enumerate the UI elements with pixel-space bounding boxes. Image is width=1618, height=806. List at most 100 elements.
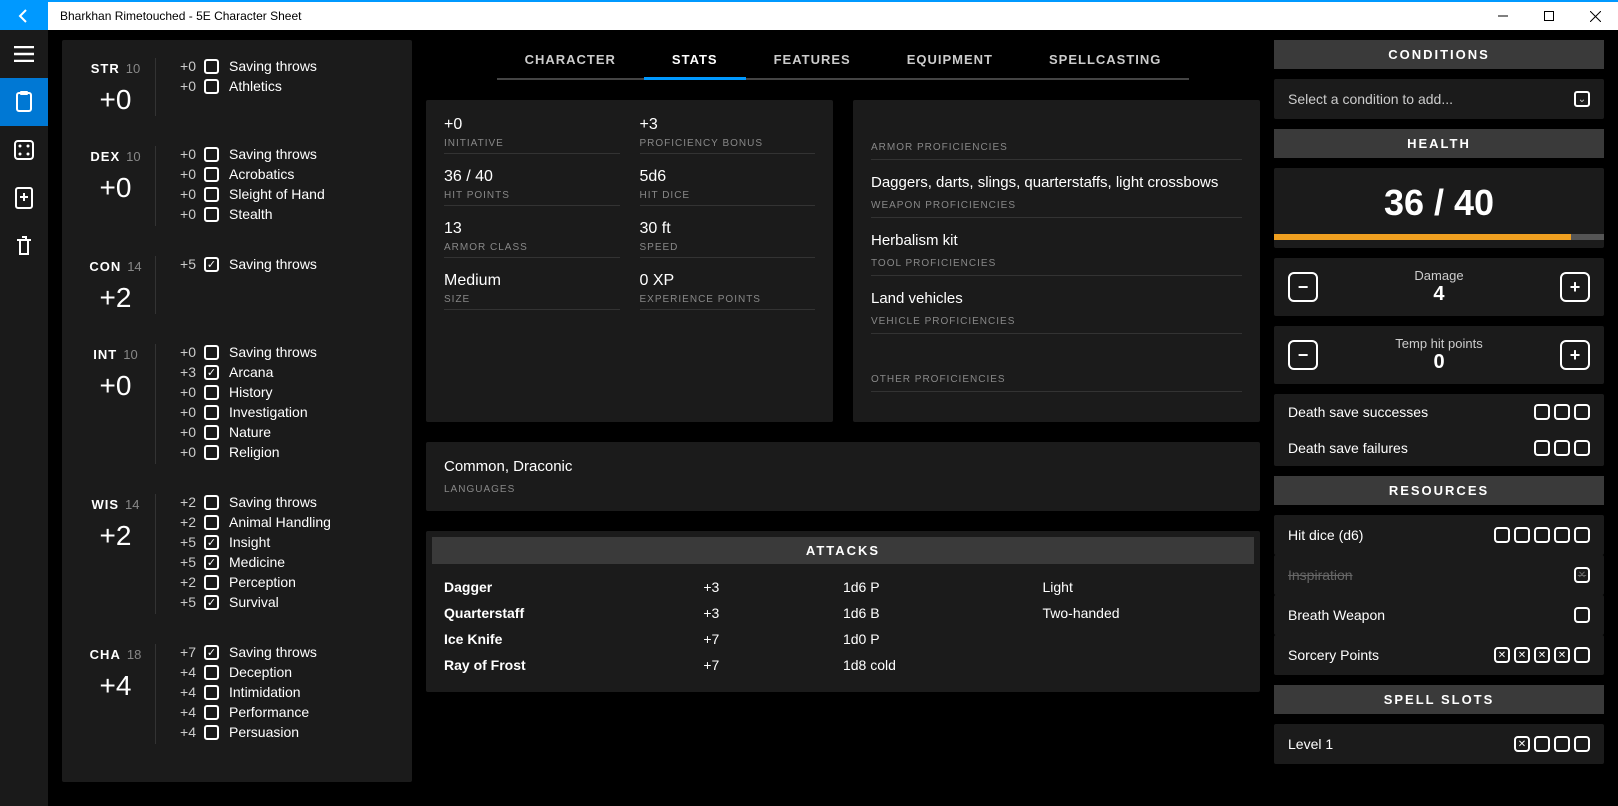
skill-row[interactable]: +4Deception <box>170 664 398 680</box>
prof-weapon: Daggers, darts, slings, quarterstaffs, l… <box>871 174 1242 218</box>
proficiency-checkbox[interactable] <box>204 257 219 272</box>
skill-row[interactable]: +2Saving throws <box>170 494 398 510</box>
add-file-icon[interactable] <box>0 174 48 222</box>
ability-con: CON14+2+5Saving throws <box>76 256 398 314</box>
skill-row[interactable]: +4Performance <box>170 704 398 720</box>
attack-row[interactable]: Dagger+31d6 PLight <box>438 574 1248 600</box>
proficiency-checkbox[interactable] <box>204 79 219 94</box>
resource-row[interactable]: Inspiration <box>1274 555 1604 595</box>
tab-character[interactable]: CHARACTER <box>497 40 644 80</box>
proficiency-checkbox[interactable] <box>204 495 219 510</box>
proficiency-checkbox[interactable] <box>204 515 219 530</box>
death-save-fail-boxes[interactable] <box>1534 440 1590 456</box>
skill-row[interactable]: +2Animal Handling <box>170 514 398 530</box>
proficiency-checkbox[interactable] <box>204 705 219 720</box>
skill-row[interactable]: +0Acrobatics <box>170 166 398 182</box>
proficiency-checkbox[interactable] <box>204 385 219 400</box>
attack-row[interactable]: Quarterstaff+31d6 BTwo-handed <box>438 600 1248 626</box>
skill-row[interactable]: +5Survival <box>170 594 398 610</box>
skill-row[interactable]: +0Saving throws <box>170 146 398 162</box>
health-header: HEALTH <box>1274 129 1604 158</box>
skill-row[interactable]: +5Medicine <box>170 554 398 570</box>
titlebar: Bharkhan Rimetouched - 5E Character Shee… <box>0 0 1618 30</box>
resource-row[interactable]: Breath Weapon <box>1274 595 1604 635</box>
skill-row[interactable]: +0Sleight of Hand <box>170 186 398 202</box>
proficiency-checkbox[interactable] <box>204 645 219 660</box>
sheet-icon[interactable] <box>0 78 48 126</box>
temp-hp-stepper: − Temp hit points 0 + <box>1274 326 1604 384</box>
prof-armor: ARMOR PROFICIENCIES <box>871 116 1242 160</box>
tab-spellcasting[interactable]: SPELLCASTING <box>1021 40 1189 80</box>
proficiency-checkbox[interactable] <box>204 425 219 440</box>
skill-row[interactable]: +2Perception <box>170 574 398 590</box>
back-button[interactable] <box>0 2 48 30</box>
resource-row[interactable]: Level 1 <box>1274 724 1604 764</box>
skill-row[interactable]: +0Athletics <box>170 78 398 94</box>
minimize-button[interactable] <box>1480 2 1526 30</box>
skill-row[interactable]: +4Intimidation <box>170 684 398 700</box>
proficiency-checkbox[interactable] <box>204 365 219 380</box>
proficiency-checkbox[interactable] <box>204 147 219 162</box>
skill-row[interactable]: +0Saving throws <box>170 58 398 74</box>
skill-row[interactable]: +7Saving throws <box>170 644 398 660</box>
skill-row[interactable]: +0Saving throws <box>170 344 398 360</box>
skill-row[interactable]: +4Persuasion <box>170 724 398 740</box>
window-title: Bharkhan Rimetouched - 5E Character Shee… <box>48 9 1480 23</box>
nav-iconbar <box>0 30 48 806</box>
resource-row[interactable]: Hit dice (d6) <box>1274 515 1604 555</box>
health-card: 36 / 40 <box>1274 168 1604 248</box>
proficiency-checkbox[interactable] <box>204 405 219 420</box>
tab-equipment[interactable]: EQUIPMENT <box>879 40 1021 80</box>
condition-select[interactable]: Select a condition to add... ⌄ <box>1274 79 1604 119</box>
proficiency-checkbox[interactable] <box>204 575 219 590</box>
skill-row[interactable]: +5Insight <box>170 534 398 550</box>
skill-row[interactable]: +0History <box>170 384 398 400</box>
trash-icon[interactable] <box>0 222 48 270</box>
skill-row[interactable]: +3Arcana <box>170 364 398 380</box>
stat-initiative: +0INITIATIVE <box>444 116 620 154</box>
skill-row[interactable]: +5Saving throws <box>170 256 398 272</box>
damage-decrement[interactable]: − <box>1288 272 1318 302</box>
health-bar <box>1274 234 1604 240</box>
proficiency-checkbox[interactable] <box>204 445 219 460</box>
proficiency-checkbox[interactable] <box>204 725 219 740</box>
proficiency-checkbox[interactable] <box>204 167 219 182</box>
spell-slots-header: SPELL SLOTS <box>1274 685 1604 714</box>
skill-row[interactable]: +0Nature <box>170 424 398 440</box>
conditions-header: CONDITIONS <box>1274 40 1604 69</box>
prof-tool: Herbalism kitTOOL PROFICIENCIES <box>871 232 1242 276</box>
proficiency-checkbox[interactable] <box>204 345 219 360</box>
maximize-button[interactable] <box>1526 2 1572 30</box>
damage-value: 4 <box>1414 283 1463 306</box>
ability-dex: DEX10+0+0Saving throws+0Acrobatics+0Slei… <box>76 146 398 226</box>
languages-value: Common, Draconic <box>444 458 1242 478</box>
temp-decrement[interactable]: − <box>1288 340 1318 370</box>
menu-icon[interactable] <box>0 30 48 78</box>
skill-row[interactable]: +0Stealth <box>170 206 398 222</box>
stat-xp: 0 XPEXPERIENCE POINTS <box>640 272 816 310</box>
skill-row[interactable]: +0Investigation <box>170 404 398 420</box>
attack-row[interactable]: Ice Knife+71d0 P <box>438 626 1248 652</box>
proficiency-checkbox[interactable] <box>204 595 219 610</box>
ability-int: INT10+0+0Saving throws+3Arcana+0History+… <box>76 344 398 464</box>
proficiency-checkbox[interactable] <box>204 555 219 570</box>
temp-increment[interactable]: + <box>1560 340 1590 370</box>
skill-row[interactable]: +0Religion <box>170 444 398 460</box>
tab-features[interactable]: FEATURES <box>746 40 879 80</box>
stat-hitDice: 5d6HIT DICE <box>640 168 816 206</box>
dice-icon[interactable] <box>0 126 48 174</box>
resources-header: RESOURCES <box>1274 476 1604 505</box>
proficiency-checkbox[interactable] <box>204 685 219 700</box>
proficiency-checkbox[interactable] <box>204 665 219 680</box>
proficiency-checkbox[interactable] <box>204 187 219 202</box>
proficiency-checkbox[interactable] <box>204 59 219 74</box>
close-button[interactable] <box>1572 2 1618 30</box>
damage-increment[interactable]: + <box>1560 272 1590 302</box>
proficiency-checkbox[interactable] <box>204 207 219 222</box>
temp-value: 0 <box>1395 351 1482 374</box>
death-save-success-boxes[interactable] <box>1534 404 1590 420</box>
resource-row[interactable]: Sorcery Points <box>1274 635 1604 675</box>
tab-stats[interactable]: STATS <box>644 40 746 80</box>
attack-row[interactable]: Ray of Frost+71d8 cold <box>438 652 1248 678</box>
proficiency-checkbox[interactable] <box>204 535 219 550</box>
